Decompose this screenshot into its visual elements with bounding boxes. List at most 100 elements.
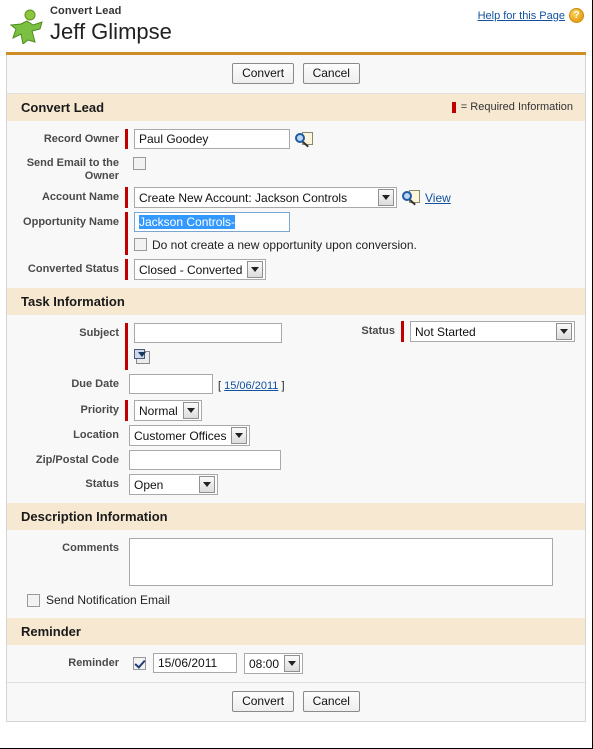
priority-select[interactable]: Normal xyxy=(134,400,202,421)
help-link[interactable]: Help for this Page xyxy=(478,10,565,22)
chevron-down-icon[interactable] xyxy=(556,323,572,340)
chevron-down-icon[interactable] xyxy=(182,402,199,419)
convert-lead-fields: Record Owner Send Email to the Owner Acc… xyxy=(7,121,585,288)
cancel-button-top[interactable]: Cancel xyxy=(302,63,360,84)
label-priority: Priority xyxy=(80,404,119,416)
send-email-owner-checkbox[interactable] xyxy=(133,157,146,170)
reminder-checkbox[interactable] xyxy=(133,657,146,670)
description-information-fields: Comments Send Notification Email xyxy=(7,530,585,618)
send-notification-email-label: Send Notification Email xyxy=(46,593,171,607)
no-new-opportunity-checkbox[interactable] xyxy=(134,238,147,251)
due-date-hint-close: ] xyxy=(281,380,285,392)
label-account-name: Account Name xyxy=(41,191,119,203)
converted-status-value: Closed - Converted xyxy=(139,262,243,277)
converted-status-select[interactable]: Closed - Converted xyxy=(134,259,267,280)
reminder-time-value: 08:00 xyxy=(249,656,280,671)
required-marker-record-owner xyxy=(125,129,128,149)
required-information-note: = Required Information xyxy=(451,101,573,113)
due-date-today-hint: [ 15/06/2011 ] xyxy=(218,376,285,396)
required-marker-subject xyxy=(125,323,128,370)
page-subtitle: Convert Lead xyxy=(50,5,122,17)
question-mark-icon[interactable]: ? xyxy=(569,8,584,23)
task-status-group: Status Not Started xyxy=(343,321,575,342)
row-subject-status: Subject Status Not Started xyxy=(7,321,585,372)
location-select[interactable]: Customer Offices xyxy=(129,425,251,446)
label-status-open: Status xyxy=(85,478,119,490)
status-open-value: Open xyxy=(134,477,164,492)
label-converted-status: Converted Status xyxy=(27,263,119,275)
label-opportunity-name: Opportunity Name xyxy=(23,216,119,228)
record-owner-lookup-icon[interactable] xyxy=(295,132,313,148)
reminder-fields: Reminder 08:00 xyxy=(7,645,585,682)
page-title-block: Convert Lead Jeff Glimpse xyxy=(50,5,172,45)
label-reminder: Reminder xyxy=(68,657,119,669)
row-zip-postal-code: Zip/Postal Code xyxy=(7,448,585,472)
help-for-this-page[interactable]: Help for this Page ? xyxy=(478,8,584,23)
convert-button-top[interactable]: Convert xyxy=(232,63,295,84)
subject-combo-picker-icon[interactable] xyxy=(134,349,151,365)
form-container: Convert Cancel Convert Lead = Required I… xyxy=(6,55,586,722)
row-task-status-open: Status Open xyxy=(7,472,585,497)
section-header-description-information: Description Information xyxy=(7,503,585,530)
row-due-date: Due Date [ 15/06/2011 ] xyxy=(7,372,585,398)
row-location: Location Customer Offices xyxy=(7,423,585,448)
row-send-notification-email: Send Notification Email xyxy=(7,588,585,612)
section-header-reminder: Reminder xyxy=(7,618,585,645)
row-account-name: Account Name Create New Account: Jackson… xyxy=(7,185,585,210)
page-title: Jeff Glimpse xyxy=(50,19,172,44)
status-open-select[interactable]: Open xyxy=(129,474,218,495)
section-header-task-information: Task Information xyxy=(7,288,585,315)
required-marker-account-name xyxy=(125,187,128,208)
required-note-text: = Required Information xyxy=(460,101,573,113)
zip-postal-code-input[interactable] xyxy=(129,450,281,470)
cancel-button-bottom[interactable]: Cancel xyxy=(302,691,360,712)
chevron-down-icon[interactable] xyxy=(284,655,301,672)
label-send-email-owner: Send Email to the Owner xyxy=(26,157,119,182)
row-reminder: Reminder 08:00 xyxy=(7,651,585,676)
due-date-hint-open: [ xyxy=(218,380,222,392)
task-status-select[interactable]: Not Started xyxy=(410,321,575,342)
label-subject: Subject xyxy=(79,327,119,339)
row-opportunity-name: Opportunity Name Jackson Controls- Do no… xyxy=(7,210,585,257)
top-button-bar: Convert Cancel xyxy=(7,55,585,94)
row-send-email-owner: Send Email to the Owner xyxy=(7,151,585,185)
priority-value: Normal xyxy=(139,403,178,418)
section-title-description-information: Description Information xyxy=(21,509,168,524)
label-due-date: Due Date xyxy=(71,378,119,390)
lead-person-icon xyxy=(9,8,44,45)
account-name-select[interactable]: Create New Account: Jackson Controls xyxy=(134,187,397,208)
row-record-owner: Record Owner xyxy=(7,127,585,151)
chevron-down-icon[interactable] xyxy=(378,189,394,206)
label-record-owner: Record Owner xyxy=(43,133,119,145)
bottom-button-bar: Convert Cancel xyxy=(7,682,585,721)
subject-input[interactable] xyxy=(134,323,282,343)
chevron-down-icon[interactable] xyxy=(199,476,215,493)
send-notification-email-checkbox[interactable] xyxy=(27,594,40,607)
reminder-time-select[interactable]: 08:00 xyxy=(244,653,304,674)
required-marker-priority xyxy=(125,400,128,421)
account-name-lookup-icon[interactable] xyxy=(402,190,420,206)
due-date-input[interactable] xyxy=(129,374,213,394)
required-marker-converted-status xyxy=(125,259,128,280)
section-title-reminder: Reminder xyxy=(21,624,81,639)
label-comments: Comments xyxy=(62,542,119,554)
chevron-down-icon[interactable] xyxy=(231,427,248,444)
reminder-date-input[interactable] xyxy=(153,653,237,673)
account-name-value: Create New Account: Jackson Controls xyxy=(139,190,348,205)
chevron-down-icon[interactable] xyxy=(247,261,264,278)
label-zip-postal-code: Zip/Postal Code xyxy=(35,454,119,466)
record-owner-input[interactable] xyxy=(134,129,290,149)
opportunity-name-input[interactable] xyxy=(134,212,290,232)
label-task-status: Status xyxy=(361,325,395,337)
row-priority: Priority Normal xyxy=(7,398,585,423)
task-status-value: Not Started xyxy=(415,324,476,339)
no-new-opportunity-label: Do not create a new opportunity upon con… xyxy=(152,238,417,252)
convert-button-bottom[interactable]: Convert xyxy=(232,691,295,712)
task-information-fields: Subject Status Not Started Due Date [15… xyxy=(7,315,585,503)
required-marker-icon xyxy=(451,101,456,113)
section-title-task-information: Task Information xyxy=(21,294,125,309)
due-date-today-link[interactable]: 15/06/2011 xyxy=(224,380,278,392)
account-view-link[interactable]: View xyxy=(425,188,451,208)
label-location: Location xyxy=(73,429,119,441)
comments-textarea[interactable] xyxy=(129,538,553,586)
